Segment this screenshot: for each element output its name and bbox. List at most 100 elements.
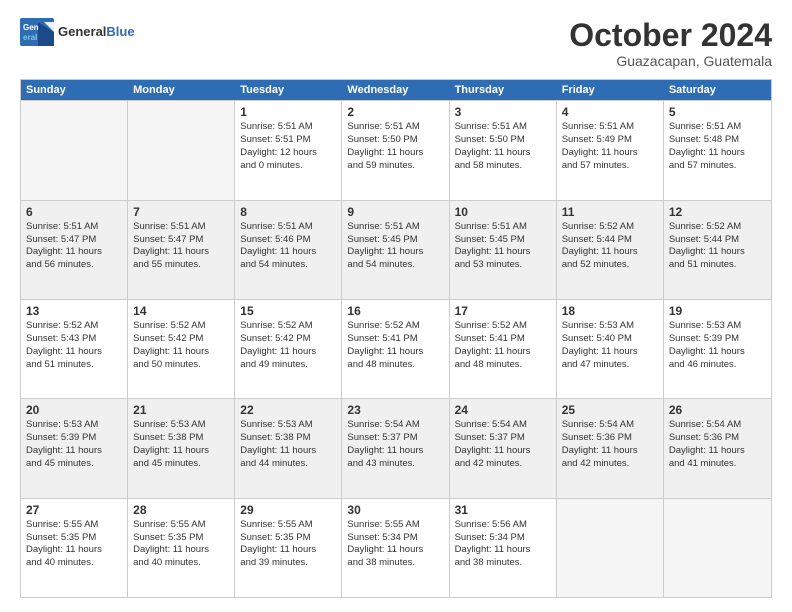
- cell-line-2: Daylight: 11 hours: [455, 544, 551, 557]
- cell-line-3: and 51 minutes.: [26, 359, 122, 372]
- day-number: 18: [562, 303, 658, 319]
- cell-line-1: Sunset: 5:39 PM: [669, 333, 766, 346]
- day-number: 25: [562, 402, 658, 418]
- cell-line-0: Sunrise: 5:51 AM: [669, 121, 766, 134]
- header-thursday: Thursday: [450, 80, 557, 100]
- cell-line-3: and 43 minutes.: [347, 458, 443, 471]
- cell-line-3: and 40 minutes.: [133, 557, 229, 570]
- day-number: 1: [240, 104, 336, 120]
- cell-line-0: Sunrise: 5:52 AM: [26, 320, 122, 333]
- subtitle: Guazacapan, Guatemala: [569, 53, 772, 69]
- cell-line-1: Sunset: 5:41 PM: [455, 333, 551, 346]
- cal-cell-1-5: 11Sunrise: 5:52 AMSunset: 5:44 PMDayligh…: [557, 201, 664, 299]
- cell-line-1: Sunset: 5:35 PM: [26, 532, 122, 545]
- cell-line-1: Sunset: 5:41 PM: [347, 333, 443, 346]
- header-friday: Friday: [557, 80, 664, 100]
- cell-line-3: and 52 minutes.: [562, 259, 658, 272]
- cell-line-0: Sunrise: 5:51 AM: [455, 121, 551, 134]
- cell-line-3: and 0 minutes.: [240, 160, 336, 173]
- cell-line-2: Daylight: 11 hours: [240, 544, 336, 557]
- cell-line-1: Sunset: 5:49 PM: [562, 134, 658, 147]
- cell-line-3: and 49 minutes.: [240, 359, 336, 372]
- cell-line-3: and 56 minutes.: [26, 259, 122, 272]
- day-number: 11: [562, 204, 658, 220]
- logo: Gen eral GeneralBlue: [20, 18, 135, 46]
- cell-line-2: Daylight: 11 hours: [455, 246, 551, 259]
- cell-line-1: Sunset: 5:44 PM: [669, 234, 766, 247]
- day-number: 3: [455, 104, 551, 120]
- cell-line-3: and 38 minutes.: [455, 557, 551, 570]
- cell-line-3: and 50 minutes.: [133, 359, 229, 372]
- day-number: 16: [347, 303, 443, 319]
- cell-line-1: Sunset: 5:46 PM: [240, 234, 336, 247]
- cell-line-1: Sunset: 5:40 PM: [562, 333, 658, 346]
- cell-line-1: Sunset: 5:45 PM: [455, 234, 551, 247]
- cell-line-3: and 58 minutes.: [455, 160, 551, 173]
- calendar-row-1: 6Sunrise: 5:51 AMSunset: 5:47 PMDaylight…: [21, 200, 771, 299]
- day-number: 23: [347, 402, 443, 418]
- cell-line-1: Sunset: 5:50 PM: [455, 134, 551, 147]
- cell-line-3: and 42 minutes.: [562, 458, 658, 471]
- cell-line-3: and 47 minutes.: [562, 359, 658, 372]
- cell-line-2: Daylight: 11 hours: [347, 346, 443, 359]
- cell-line-3: and 53 minutes.: [455, 259, 551, 272]
- cell-line-0: Sunrise: 5:51 AM: [133, 221, 229, 234]
- cell-line-1: Sunset: 5:37 PM: [347, 432, 443, 445]
- cal-cell-2-2: 15Sunrise: 5:52 AMSunset: 5:42 PMDayligh…: [235, 300, 342, 398]
- calendar-header: Sunday Monday Tuesday Wednesday Thursday…: [21, 80, 771, 100]
- cell-line-3: and 54 minutes.: [347, 259, 443, 272]
- cell-line-3: and 57 minutes.: [669, 160, 766, 173]
- cal-cell-3-0: 20Sunrise: 5:53 AMSunset: 5:39 PMDayligh…: [21, 399, 128, 497]
- svg-text:eral: eral: [23, 33, 37, 42]
- cell-line-0: Sunrise: 5:55 AM: [133, 519, 229, 532]
- calendar-body: 1Sunrise: 5:51 AMSunset: 5:51 PMDaylight…: [21, 100, 771, 597]
- cell-line-2: Daylight: 11 hours: [133, 246, 229, 259]
- svg-text:Gen: Gen: [23, 23, 39, 32]
- logo-blue: Blue: [106, 24, 134, 39]
- day-number: 24: [455, 402, 551, 418]
- day-number: 19: [669, 303, 766, 319]
- cal-cell-4-6: [664, 499, 771, 597]
- cell-line-3: and 51 minutes.: [669, 259, 766, 272]
- cell-line-0: Sunrise: 5:55 AM: [240, 519, 336, 532]
- cell-line-2: Daylight: 11 hours: [455, 147, 551, 160]
- logo-general: General: [58, 24, 106, 39]
- cell-line-0: Sunrise: 5:51 AM: [240, 121, 336, 134]
- cell-line-2: Daylight: 11 hours: [669, 445, 766, 458]
- header-wednesday: Wednesday: [342, 80, 449, 100]
- cell-line-0: Sunrise: 5:55 AM: [347, 519, 443, 532]
- calendar-row-3: 20Sunrise: 5:53 AMSunset: 5:39 PMDayligh…: [21, 398, 771, 497]
- cell-line-1: Sunset: 5:45 PM: [347, 234, 443, 247]
- cell-line-2: Daylight: 11 hours: [133, 445, 229, 458]
- calendar: Sunday Monday Tuesday Wednesday Thursday…: [20, 79, 772, 598]
- cell-line-1: Sunset: 5:35 PM: [133, 532, 229, 545]
- cell-line-2: Daylight: 11 hours: [347, 246, 443, 259]
- cell-line-3: and 46 minutes.: [669, 359, 766, 372]
- cell-line-3: and 59 minutes.: [347, 160, 443, 173]
- cell-line-0: Sunrise: 5:51 AM: [240, 221, 336, 234]
- cal-cell-4-3: 30Sunrise: 5:55 AMSunset: 5:34 PMDayligh…: [342, 499, 449, 597]
- cell-line-0: Sunrise: 5:53 AM: [133, 419, 229, 432]
- cell-line-2: Daylight: 12 hours: [240, 147, 336, 160]
- cal-cell-3-4: 24Sunrise: 5:54 AMSunset: 5:37 PMDayligh…: [450, 399, 557, 497]
- cal-cell-2-6: 19Sunrise: 5:53 AMSunset: 5:39 PMDayligh…: [664, 300, 771, 398]
- cell-line-2: Daylight: 11 hours: [562, 445, 658, 458]
- cell-line-2: Daylight: 11 hours: [26, 445, 122, 458]
- cal-cell-4-4: 31Sunrise: 5:56 AMSunset: 5:34 PMDayligh…: [450, 499, 557, 597]
- cal-cell-0-0: [21, 101, 128, 199]
- cell-line-3: and 54 minutes.: [240, 259, 336, 272]
- day-number: 8: [240, 204, 336, 220]
- cell-line-1: Sunset: 5:51 PM: [240, 134, 336, 147]
- cell-line-0: Sunrise: 5:53 AM: [562, 320, 658, 333]
- day-number: 21: [133, 402, 229, 418]
- cal-cell-2-5: 18Sunrise: 5:53 AMSunset: 5:40 PMDayligh…: [557, 300, 664, 398]
- cell-line-2: Daylight: 11 hours: [669, 147, 766, 160]
- cal-cell-0-1: [128, 101, 235, 199]
- cell-line-3: and 44 minutes.: [240, 458, 336, 471]
- cell-line-2: Daylight: 11 hours: [240, 445, 336, 458]
- header-tuesday: Tuesday: [235, 80, 342, 100]
- cell-line-0: Sunrise: 5:52 AM: [669, 221, 766, 234]
- page: Gen eral GeneralBlue October 2024 Guazac…: [0, 0, 792, 612]
- cell-line-0: Sunrise: 5:51 AM: [26, 221, 122, 234]
- day-number: 26: [669, 402, 766, 418]
